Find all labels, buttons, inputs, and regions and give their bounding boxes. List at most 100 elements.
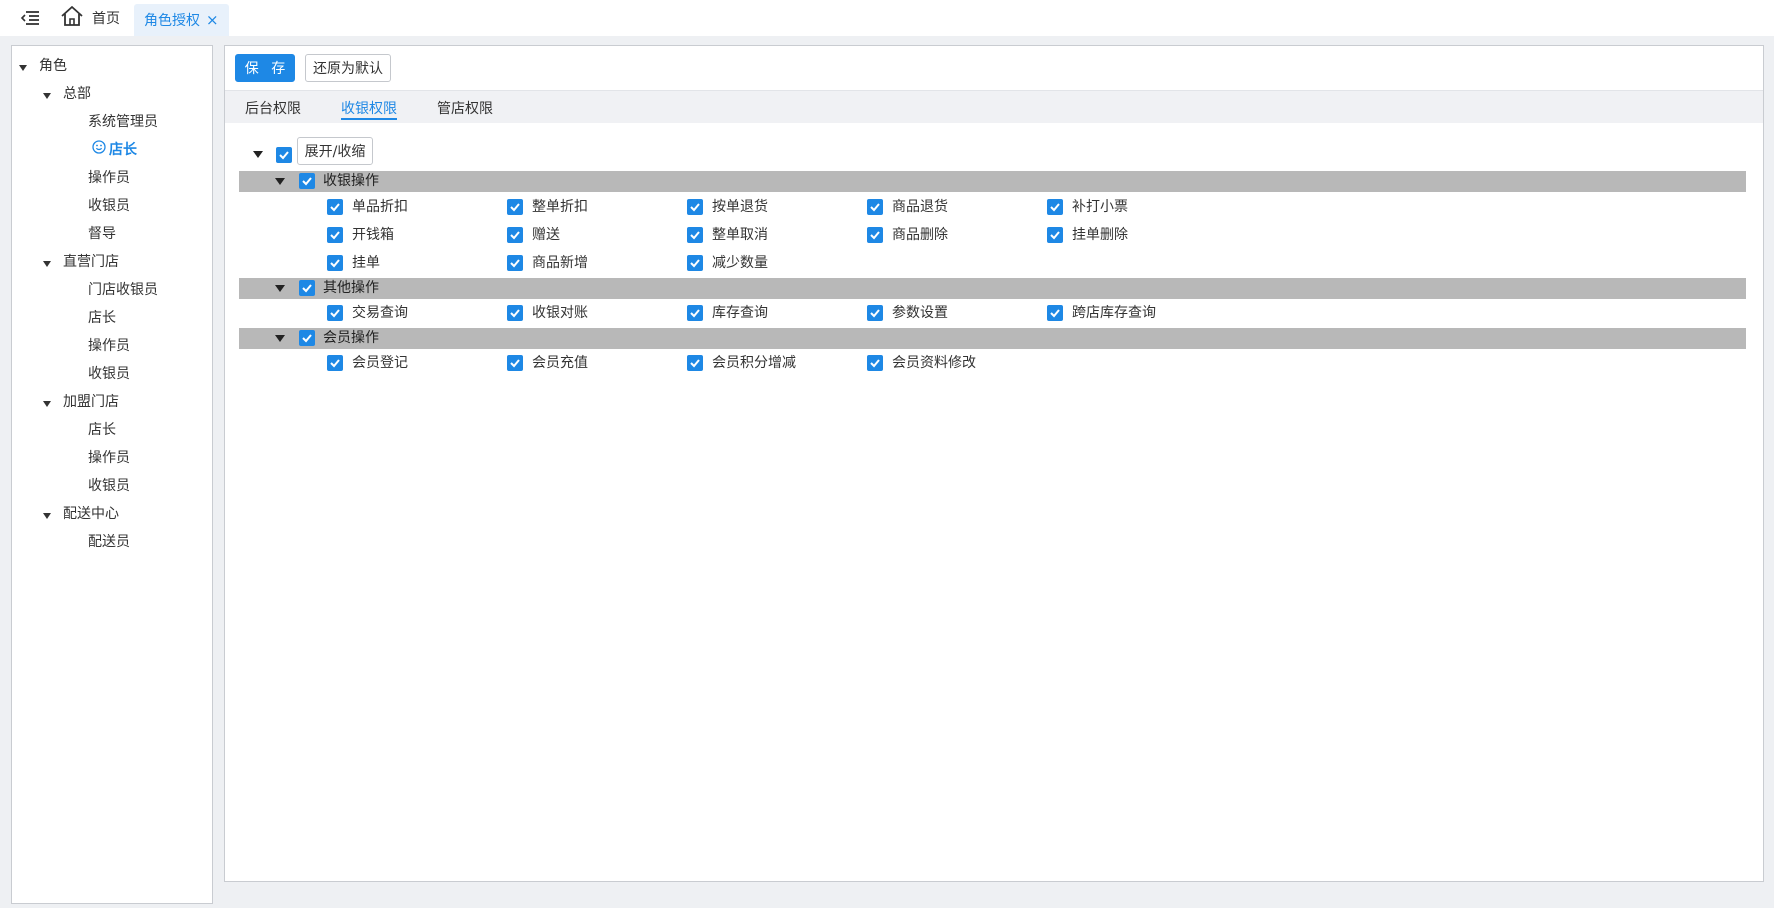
- permission-item-label[interactable]: 单品折扣: [352, 198, 408, 216]
- checkbox-checked-icon[interactable]: [687, 305, 703, 321]
- permission-item-label[interactable]: 商品退货: [892, 198, 948, 216]
- expand-collapse-button[interactable]: 展开/收缩: [297, 137, 373, 165]
- checkbox-checked-icon[interactable]: [327, 255, 343, 271]
- permission-group-header: [239, 278, 1746, 299]
- tree-role-item[interactable]: 操作员: [88, 335, 130, 357]
- tree-root-roles[interactable]: 角色: [39, 55, 67, 77]
- permission-item-label[interactable]: 会员登记: [352, 354, 408, 372]
- checkbox-checked-icon[interactable]: [507, 227, 523, 243]
- tree-group-franchise-stores[interactable]: 加盟门店: [63, 391, 119, 413]
- home-icon: [60, 5, 84, 31]
- tree-role-item[interactable]: 店长: [88, 307, 116, 329]
- checkbox-checked-icon[interactable]: [327, 199, 343, 215]
- permission-group-header: [239, 171, 1746, 192]
- tree-role-item[interactable]: 收银员: [88, 195, 130, 217]
- tree-role-item[interactable]: 操作员: [88, 447, 130, 469]
- checkbox-checked-icon[interactable]: [1047, 305, 1063, 321]
- checkbox-checked-icon[interactable]: [1047, 199, 1063, 215]
- tree-role-item[interactable]: 门店收银员: [88, 279, 158, 301]
- checkbox-checked-icon[interactable]: [299, 280, 315, 296]
- permission-group-label: 收银操作: [323, 173, 379, 189]
- permission-item-label[interactable]: 补打小票: [1072, 198, 1128, 216]
- toolbar: 保 存 还原为默认: [225, 46, 1763, 90]
- checkbox-checked-icon[interactable]: [687, 255, 703, 271]
- permission-group-header: [239, 328, 1746, 349]
- permission-item-label[interactable]: 挂单: [352, 254, 380, 272]
- checkbox-checked-icon[interactable]: [299, 173, 315, 189]
- home-tab-label: 首页: [92, 11, 120, 27]
- checkbox-checked-icon[interactable]: [276, 147, 292, 163]
- chevron-down-icon[interactable]: [43, 93, 51, 99]
- checkbox-checked-icon[interactable]: [687, 227, 703, 243]
- home-tab[interactable]: 首页: [60, 0, 134, 36]
- tree-role-item[interactable]: 督导: [88, 223, 116, 245]
- checkbox-checked-icon[interactable]: [507, 255, 523, 271]
- permission-item-label[interactable]: 开钱箱: [352, 226, 394, 244]
- checkbox-checked-icon[interactable]: [867, 227, 883, 243]
- chevron-down-icon[interactable]: [43, 401, 51, 407]
- permission-item-label[interactable]: 会员积分增减: [712, 354, 796, 372]
- menu-collapse-icon[interactable]: [0, 0, 60, 36]
- permission-group-label: 会员操作: [323, 330, 379, 346]
- permission-item-label[interactable]: 整单折扣: [532, 198, 588, 216]
- checkbox-checked-icon[interactable]: [687, 199, 703, 215]
- checkbox-checked-icon[interactable]: [867, 355, 883, 371]
- checkbox-checked-icon[interactable]: [867, 199, 883, 215]
- checkbox-checked-icon[interactable]: [327, 227, 343, 243]
- permission-item-label[interactable]: 交易查询: [352, 304, 408, 322]
- tab-role-authorization[interactable]: 角色授权 ×: [134, 4, 229, 36]
- checkbox-checked-icon[interactable]: [299, 330, 315, 346]
- permission-item-label[interactable]: 商品新增: [532, 254, 588, 272]
- tree-role-label: 店长: [109, 142, 137, 158]
- checkbox-checked-icon[interactable]: [327, 355, 343, 371]
- chevron-down-icon[interactable]: [275, 285, 285, 292]
- restore-default-button[interactable]: 还原为默认: [305, 54, 391, 82]
- permission-panel: 保 存 还原为默认 后台权限 收银权限 管店权限 展开/收缩 收银操作 单品折扣…: [224, 45, 1764, 882]
- chevron-down-icon[interactable]: [43, 513, 51, 519]
- tree-role-item[interactable]: 配送员: [88, 531, 130, 553]
- permission-item-label[interactable]: 收银对账: [532, 304, 588, 322]
- smile-icon: [92, 139, 106, 161]
- close-icon[interactable]: ×: [206, 11, 219, 29]
- permission-item-label[interactable]: 按单退货: [712, 198, 768, 216]
- permission-item-label[interactable]: 商品删除: [892, 226, 948, 244]
- permission-item-label[interactable]: 跨店库存查询: [1072, 304, 1156, 322]
- chevron-down-icon[interactable]: [275, 178, 285, 185]
- checkbox-checked-icon[interactable]: [1047, 227, 1063, 243]
- tree-role-item[interactable]: 操作员: [88, 167, 130, 189]
- role-tree-panel: 角色 总部 系统管理员 店长 操作员 收银员 督导 直营门店 门店收银员 店长 …: [11, 45, 213, 904]
- permission-item-label[interactable]: 挂单删除: [1072, 226, 1128, 244]
- tree-role-item[interactable]: 收银员: [88, 475, 130, 497]
- checkbox-checked-icon[interactable]: [507, 305, 523, 321]
- permission-item-label[interactable]: 会员资料修改: [892, 354, 976, 372]
- tree-role-item[interactable]: 系统管理员: [88, 111, 158, 133]
- tree-group-distribution-center[interactable]: 配送中心: [63, 503, 119, 525]
- tree-group-headquarters[interactable]: 总部: [63, 83, 91, 105]
- tab-cashier-permissions[interactable]: 收银权限: [341, 98, 397, 120]
- tree-role-item[interactable]: 收银员: [88, 363, 130, 385]
- checkbox-checked-icon[interactable]: [327, 305, 343, 321]
- tab-backend-permissions[interactable]: 后台权限: [245, 98, 301, 120]
- checkbox-checked-icon[interactable]: [867, 305, 883, 321]
- checkbox-checked-icon[interactable]: [507, 355, 523, 371]
- tree-group-direct-stores[interactable]: 直营门店: [63, 251, 119, 273]
- tree-role-item-selected[interactable]: 店长: [92, 139, 137, 161]
- permission-tabs: 后台权限 收银权限 管店权限: [225, 90, 1763, 123]
- chevron-down-icon[interactable]: [253, 151, 263, 158]
- save-button[interactable]: 保 存: [235, 54, 295, 82]
- permission-item-label[interactable]: 会员充值: [532, 354, 588, 372]
- checkbox-checked-icon[interactable]: [687, 355, 703, 371]
- checkbox-checked-icon[interactable]: [507, 199, 523, 215]
- tree-role-item[interactable]: 店长: [88, 419, 116, 441]
- permission-item-label[interactable]: 库存查询: [712, 304, 768, 322]
- chevron-down-icon[interactable]: [275, 335, 285, 342]
- chevron-down-icon[interactable]: [43, 261, 51, 267]
- permission-item-label[interactable]: 减少数量: [712, 254, 768, 272]
- permission-item-label[interactable]: 赠送: [532, 226, 560, 244]
- chevron-down-icon[interactable]: [19, 65, 27, 71]
- permission-group-label: 其他操作: [323, 280, 379, 296]
- permission-item-label[interactable]: 整单取消: [712, 226, 768, 244]
- active-tab-label: 角色授权: [144, 13, 200, 29]
- tab-store-management-permissions[interactable]: 管店权限: [437, 98, 493, 120]
- permission-item-label[interactable]: 参数设置: [892, 304, 948, 322]
